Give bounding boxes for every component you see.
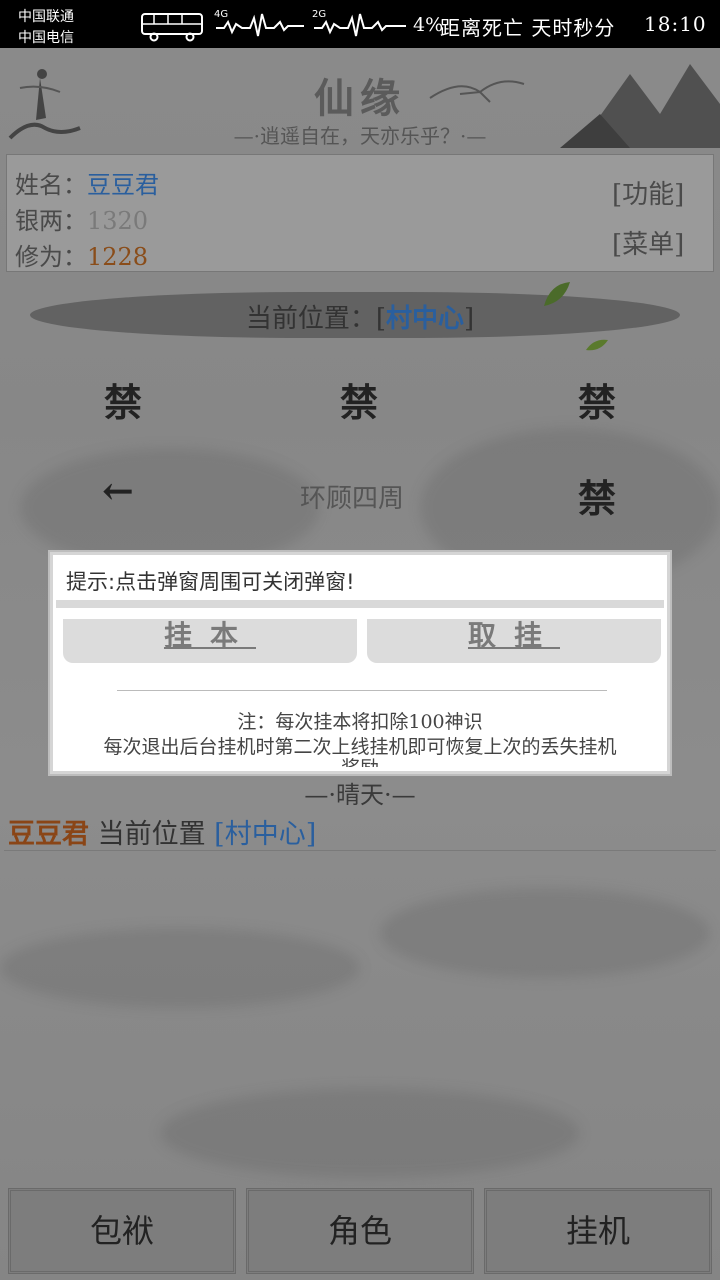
- clock: 18:10: [644, 12, 707, 36]
- weather-label: —·晴天·—: [304, 781, 416, 809]
- modal-note: 奖励: [53, 753, 667, 767]
- player-silver-row: 银两：1320: [15, 201, 148, 236]
- player-cultivation-label: 修为：: [15, 243, 87, 271]
- direction-west-arrow[interactable]: ←: [102, 468, 134, 513]
- direction-northeast-blocked: 禁: [578, 380, 617, 425]
- direction-east-blocked: 禁: [578, 476, 617, 521]
- character-nav-button[interactable]: 角色: [246, 1188, 474, 1274]
- start-idle-button[interactable]: 挂本: [63, 619, 357, 663]
- player-cultivation: 1228: [87, 243, 149, 271]
- app-header: 仙缘 —·逍遥自在，天亦乐乎？·—: [0, 48, 720, 148]
- carrier-secondary: 中国电信: [18, 30, 74, 46]
- direction-northwest-blocked: 禁: [104, 380, 143, 425]
- function-button[interactable]: [功能]: [612, 174, 684, 211]
- game-subtitle: —·逍遥自在，天亦乐乎？·—: [233, 124, 487, 148]
- leaf-icon: [586, 339, 608, 351]
- signal-strength-icon: 2G: [312, 9, 406, 37]
- message-log-area: [4, 850, 716, 1177]
- idle-nav-button[interactable]: 挂机: [484, 1188, 712, 1274]
- modal-note: 注：每次挂本将扣除100神识: [237, 711, 483, 733]
- player-name: 豆豆君: [87, 171, 159, 199]
- ink-mist: [20, 448, 320, 568]
- log-player-name: 豆豆君: [8, 819, 89, 850]
- signal-strength-icon: 4G: [214, 9, 304, 37]
- direction-north-blocked: 禁: [340, 380, 379, 425]
- modal-tip: 提示:点击弹窗周围可关闭弹窗!: [56, 558, 664, 608]
- location-bracket-close: ]: [464, 304, 475, 334]
- location-prefix: 当前位置：: [245, 304, 376, 334]
- current-location: 当前位置：[村中心]: [0, 298, 720, 335]
- svg-text:2G: 2G: [312, 9, 326, 20]
- modal-divider: [117, 690, 607, 691]
- battery-level: 4%: [413, 14, 444, 36]
- log-text: 当前位置: [89, 819, 215, 850]
- svg-text:4G: 4G: [214, 9, 228, 20]
- idle-modal: 提示:点击弹窗周围可关闭弹窗! 挂本 取挂 注：每次挂本将扣除100神识 每次退…: [50, 552, 670, 774]
- player-cultivation-row: 修为：1228: [15, 237, 148, 272]
- log-entry: 豆豆君 当前位置 [村中心]: [8, 812, 316, 851]
- player-name-label: 姓名：: [15, 171, 87, 199]
- player-name-row: 姓名：豆豆君: [15, 165, 159, 200]
- player-silver: 1320: [87, 207, 149, 235]
- death-countdown: 距离死亡 天时秒分: [440, 16, 616, 40]
- menu-button[interactable]: [菜单]: [612, 224, 684, 261]
- location-name[interactable]: 村中心: [386, 304, 464, 334]
- bus-icon: [141, 13, 203, 42]
- carrier-primary: 中国联通: [18, 9, 74, 25]
- bag-nav-button[interactable]: 包袱: [8, 1188, 236, 1274]
- location-bracket-open: [: [375, 304, 386, 334]
- log-location[interactable]: [村中心]: [214, 819, 316, 850]
- status-bar: 中国联通 中国电信 4G 2G 4% 距离死亡 天时秒分 18:10: [0, 0, 720, 48]
- cancel-idle-button[interactable]: 取挂: [367, 619, 661, 663]
- player-info-panel: 姓名：豆豆君 银两：1320 修为：1228: [6, 154, 714, 272]
- look-around-button[interactable]: 环顾四周: [300, 478, 404, 515]
- game-title: 仙缘: [314, 75, 406, 122]
- player-silver-label: 银两：: [15, 207, 87, 235]
